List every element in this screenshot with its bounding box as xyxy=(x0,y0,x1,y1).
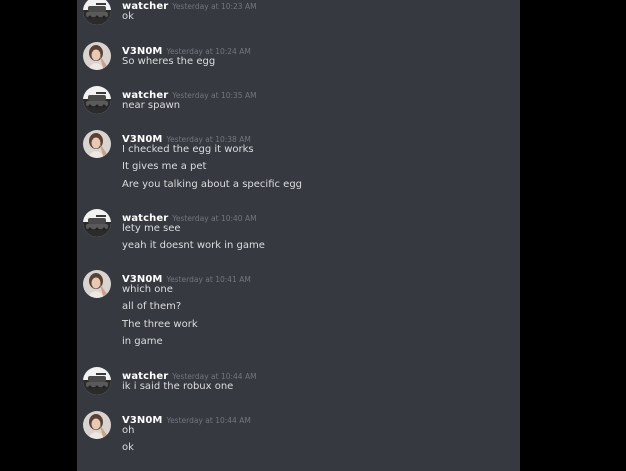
message-text: in game xyxy=(122,336,163,347)
tank-avatar-icon[interactable] xyxy=(83,0,111,25)
tank-avatar-icon[interactable] xyxy=(83,209,111,237)
message-text: ok xyxy=(122,11,134,22)
message-text: near spawn xyxy=(122,100,181,111)
message-timestamp: Yesterday at 10:35 AM xyxy=(172,91,257,100)
message-text: So wheres the egg xyxy=(122,56,216,67)
tank-avatar-icon[interactable] xyxy=(83,367,111,395)
message-timestamp: Yesterday at 10:44 AM xyxy=(172,372,257,381)
message-text: all of them? xyxy=(122,301,182,312)
tank-avatar-icon[interactable] xyxy=(83,86,111,114)
message-text: lety me see xyxy=(122,223,181,234)
message-text: The three work xyxy=(122,319,198,330)
girl-avatar-icon[interactable] xyxy=(83,130,111,158)
message-text: ok xyxy=(122,442,134,453)
message-timestamp: Yesterday at 10:23 AM xyxy=(172,2,257,11)
girl-avatar-icon[interactable] xyxy=(83,42,111,70)
message-text: I checked the egg it works xyxy=(122,144,254,155)
girl-avatar-icon[interactable] xyxy=(83,270,111,298)
message-text: Are you talking about a specific egg xyxy=(122,179,303,190)
message-timestamp: Yesterday at 10:24 AM xyxy=(166,47,251,56)
message-text: which one xyxy=(122,284,173,295)
message-timestamp: Yesterday at 10:44 AM xyxy=(166,416,251,425)
message-text: It gives me a pet xyxy=(122,161,207,172)
chat-message-area[interactable]: watcher Yesterday at 10:23 AM ok V3N0M Yes… xyxy=(77,0,520,471)
message-text: oh xyxy=(122,425,135,436)
message-timestamp: Yesterday at 10:38 AM xyxy=(166,135,251,144)
girl-avatar-icon[interactable] xyxy=(83,411,111,439)
message-header: V3N0M Yesterday at 10:44 AM xyxy=(122,408,251,427)
message-timestamp: Yesterday at 10:40 AM xyxy=(172,214,257,223)
message-timestamp: Yesterday at 10:41 AM xyxy=(166,275,251,284)
message-text: ik i said the robux one xyxy=(122,381,234,392)
message-header: watcher Yesterday at 10:23 AM xyxy=(122,0,257,13)
message-text: yeah it doesnt work in game xyxy=(122,240,265,251)
